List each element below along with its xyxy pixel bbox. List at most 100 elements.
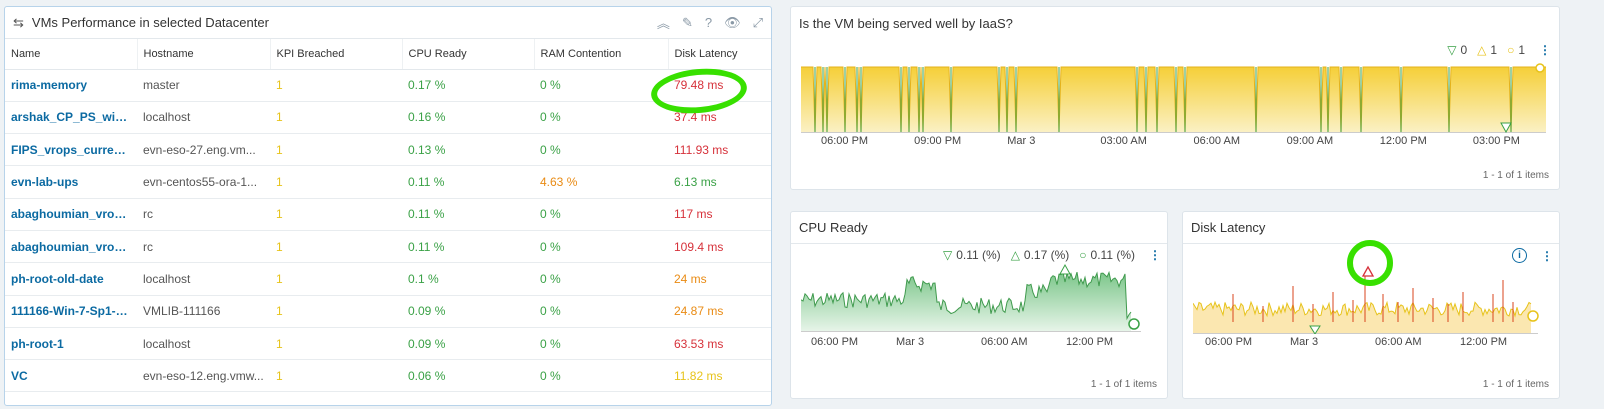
table-row[interactable]: FIPS_vrops_current... evn-eso-27.eng.vm..… (5, 133, 771, 167)
max-triangle-icon: △ (1477, 43, 1487, 57)
ram-contention-cell: 0 % (534, 69, 668, 102)
vm-name-link[interactable]: ph-root-old-date (5, 262, 137, 296)
chart-legend: ▽ 0.11 (%) △ 0.17 (%) ○ 0.11 (%) ⋮ (943, 248, 1161, 262)
x-tick-label: 06:00 PM (811, 336, 859, 348)
widget-header: Is the VM being served well by IaaS? (791, 7, 1559, 39)
swap-arrows-icon[interactable]: ⇆ (13, 15, 24, 31)
hostname-cell: localhost (137, 101, 270, 135)
max-triangle-icon: △ (1010, 248, 1020, 262)
vm-name-link[interactable]: abaghoumian_vrop... (5, 230, 137, 264)
x-tick-label: 12:00 PM (1379, 135, 1427, 147)
x-tick-label: 06:00 PM (821, 135, 869, 147)
current-circle-icon: ○ (1079, 248, 1087, 262)
table-row[interactable]: abaghoumian_vrop... rc 1 0.11 % 0 % 117 ms (5, 198, 771, 231)
cpu-ready-cell: 0.09 % (402, 327, 534, 361)
table-row[interactable]: arshak_CP_PS_with... localhost 1 0.16 % 0 % 3… (5, 101, 771, 135)
more-options-icon[interactable]: ⋮ (1539, 43, 1551, 57)
hostname-cell: localhost (137, 262, 270, 296)
x-tick-label: 06:00 AM (1375, 336, 1422, 348)
ram-contention-cell: 0 % (534, 198, 668, 231)
x-tick-label: 03:00 PM (1472, 135, 1520, 147)
hostname-cell: evn-eso-27.eng.vm... (137, 133, 270, 167)
disk-latency-cell: 109.4 ms (668, 230, 771, 264)
pagination-footer: 1 - 1 of 1 items (1482, 379, 1549, 390)
disk-latency-cell: 63.53 ms (668, 327, 771, 361)
more-options-icon[interactable]: ⋮ (1149, 248, 1161, 262)
ram-contention-cell: 0 % (534, 327, 668, 361)
min-triangle-icon: ▽ (942, 248, 953, 262)
disk-latency-cell: 11.82 ms (668, 359, 771, 393)
pagination-footer: 1 - 1 of 1 items (1090, 379, 1157, 390)
kpi-cell: 1 (270, 165, 402, 199)
vm-name-link[interactable]: abaghoumian_vrop... (5, 198, 137, 231)
widget-header: ⇆ VMs Performance in selected Datacenter… (5, 7, 771, 39)
kpi-cell: 1 (270, 295, 402, 328)
min-triangle-icon: ▽ (1447, 43, 1457, 57)
widget-title: Disk Latency (1191, 220, 1266, 235)
help-icon[interactable]: ? (705, 15, 712, 30)
maximize-icon[interactable]: ⤢ (753, 15, 763, 31)
kpi-cell: 1 (270, 327, 402, 361)
vm-name-link[interactable]: FIPS_vrops_current... (5, 133, 137, 167)
x-tick-label: 06:00 AM (1193, 135, 1240, 147)
vm-name-link[interactable]: evn-lab-ups (5, 165, 137, 199)
ram-contention-cell: 0 % (534, 101, 668, 135)
area-series (801, 67, 1546, 133)
kpi-cell: 1 (270, 69, 402, 102)
vm-performance-widget: ⇆ VMs Performance in selected Datacenter… (4, 6, 772, 406)
cpu-ready-cell: 0.1 % (402, 262, 534, 296)
vm-name-link[interactable]: VC (5, 359, 137, 393)
x-tick-label: Mar 3 (1290, 336, 1319, 348)
more-options-icon[interactable]: ⋮ (1541, 249, 1553, 263)
ram-contention-cell: 0 % (534, 230, 668, 264)
table-row[interactable]: 111166-Win-7-Sp1-64... VMLIB-111166 1 0.09 … (5, 295, 771, 328)
col-header-cpu[interactable]: CPU Ready (402, 39, 535, 70)
kpi-cell: 1 (270, 359, 402, 393)
cpu-chart (801, 263, 1141, 332)
table-row[interactable]: VC evn-eso-12.eng.vmw... 1 0.06 % 0 % 11.82 m… (5, 359, 771, 393)
pagination-footer: 1 - 1 of 1 items (1482, 170, 1549, 181)
current-circle-icon: ○ (1507, 43, 1515, 57)
x-tick-label: 06:00 AM (981, 336, 1028, 348)
collapse-icon[interactable]: ︽ (657, 13, 670, 32)
kpi-cell: 1 (270, 230, 402, 264)
col-header-ram[interactable]: RAM Contention (534, 39, 669, 70)
hostname-cell: master (137, 69, 270, 102)
table-row[interactable]: abaghoumian_vrop... rc 1 0.11 % 0 % 109.4 ms (5, 230, 771, 264)
ram-contention-cell: 0 % (534, 295, 668, 328)
cpu-ready-cell: 0.09 % (402, 295, 534, 328)
cpu-ready-widget: CPU Ready ▽ 0.11 (%) △ 0.17 (%) ○ 0.11 (%) … (790, 211, 1168, 399)
x-tick-label: 09:00 PM (914, 135, 962, 147)
hostname-cell: evn-eso-12.eng.vmw... (137, 359, 270, 393)
hostname-cell: rc (137, 230, 270, 264)
eye-icon[interactable]: 👁 (724, 15, 741, 31)
col-header-kpi[interactable]: KPI Breached (270, 39, 403, 70)
current-marker (1527, 310, 1539, 322)
table-row[interactable]: ph-root-1 localhost 1 0.09 % 0 % 63.53 ms (5, 327, 771, 361)
legend-max: 1 (1490, 43, 1498, 57)
col-header-disk[interactable]: Disk Latency (668, 39, 771, 70)
table-row[interactable]: evn-lab-ups evn-centos55-ora-1... 1 0.11 % 4… (5, 165, 771, 199)
col-header-name[interactable]: Name (5, 39, 138, 70)
max-marker (1059, 263, 1071, 275)
x-tick-label: 06:00 PM (1205, 336, 1253, 348)
vm-name-link[interactable]: rima-memory (5, 69, 137, 102)
legend-current: 0.11 (%) (1090, 248, 1135, 262)
legend-max: 0.17 (%) (1023, 248, 1070, 262)
hostname-cell: evn-centos55-ora-1... (137, 165, 270, 199)
kpi-cell: 1 (270, 198, 402, 231)
disk-latency-cell: 117 ms (668, 198, 771, 231)
info-icon[interactable]: i (1512, 248, 1527, 263)
disk-latency-cell: 24.87 ms (668, 295, 771, 328)
cpu-ready-cell: 0.11 % (402, 198, 534, 231)
col-header-hostname[interactable]: Hostname (137, 39, 271, 70)
x-tick-label: 09:00 AM (1286, 135, 1334, 147)
vm-name-link[interactable]: ph-root-1 (5, 327, 137, 361)
x-tick-label: 03:00 AM (1100, 135, 1147, 147)
ram-contention-cell: 0 % (534, 359, 668, 393)
edit-icon[interactable]: ✎ (682, 15, 693, 31)
vm-name-link[interactable]: arshak_CP_PS_with... (5, 101, 137, 135)
table-row[interactable]: ph-root-old-date localhost 1 0.1 % 0 % 24 ms (5, 262, 771, 296)
vm-name-link[interactable]: 111166-Win-7-Sp1-64... (5, 295, 137, 328)
legend-min: 0.11 (%) (956, 248, 1001, 262)
